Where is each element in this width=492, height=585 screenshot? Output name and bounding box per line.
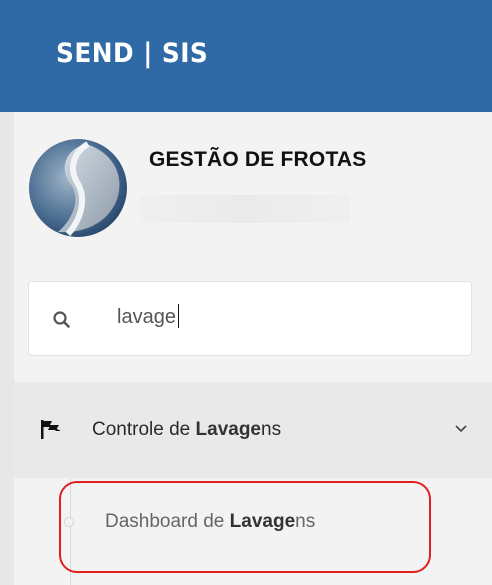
- organization-subtitle-redacted: [140, 195, 350, 223]
- text-caret: [177, 303, 179, 328]
- search-icon: [53, 311, 70, 328]
- app-header: SEND | SIS: [0, 0, 492, 112]
- organization-name: GESTÃO DE FROTAS: [149, 148, 367, 171]
- company-logo-icon: [29, 139, 127, 237]
- annotation-highlight-ring: [59, 481, 431, 573]
- left-edge-strip: [0, 112, 14, 585]
- menu-group-controle-lavagens[interactable]: Controle de Lavagens: [14, 382, 492, 478]
- menu-group-label: Controle de Lavagens: [92, 419, 282, 440]
- search-input-value: lavage: [117, 303, 179, 329]
- app-title: SEND | SIS: [56, 38, 209, 69]
- search-input[interactable]: lavage: [28, 281, 472, 356]
- flag-icon: [41, 420, 61, 439]
- chevron-down-icon[interactable]: [454, 422, 468, 436]
